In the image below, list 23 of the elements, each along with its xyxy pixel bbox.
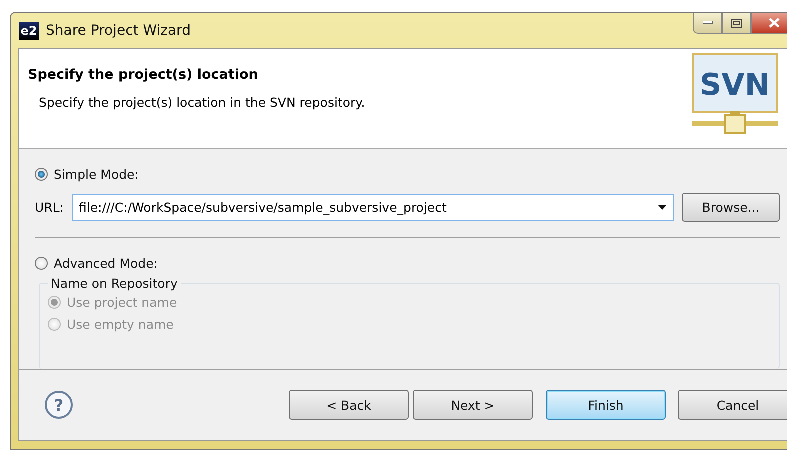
url-combo[interactable]: file:///C:/WorkSpace/subversive/sample_subversive_project — [72, 194, 674, 221]
url-label: URL: — [35, 200, 64, 215]
minimize-button[interactable] — [693, 13, 722, 34]
dropdown-icon — [658, 205, 667, 210]
wizard-button[interactable]: Cancel — [678, 390, 787, 420]
app-icon: e2 — [19, 22, 39, 40]
close-button[interactable] — [751, 13, 787, 34]
logo-drawing: SVN — [692, 53, 778, 137]
page-description: Specify the project(s) location in the SVN repository. — [38, 95, 366, 110]
wizard-button[interactable]: Finish — [546, 390, 666, 420]
minimize-icon — [702, 21, 712, 25]
page-title: Specify the project(s) location — [28, 67, 260, 83]
simple-mode-radio[interactable]: Simple Mode: — [35, 163, 780, 185]
advanced-mode-radio[interactable]: Advanced Mode: — [35, 252, 780, 274]
wizard-button[interactable]: Next > — [413, 390, 533, 420]
browse-button[interactable]: Browse... — [682, 193, 780, 222]
close-icon — [768, 18, 780, 28]
window-title: Share Project Wizard — [46, 22, 191, 38]
maximize-icon — [731, 18, 742, 28]
help-button[interactable]: ? — [45, 391, 73, 419]
group-title: Name on Repository — [50, 276, 179, 291]
wizard-button[interactable]: < Back — [289, 390, 409, 420]
maximize-button[interactable] — [722, 13, 751, 34]
